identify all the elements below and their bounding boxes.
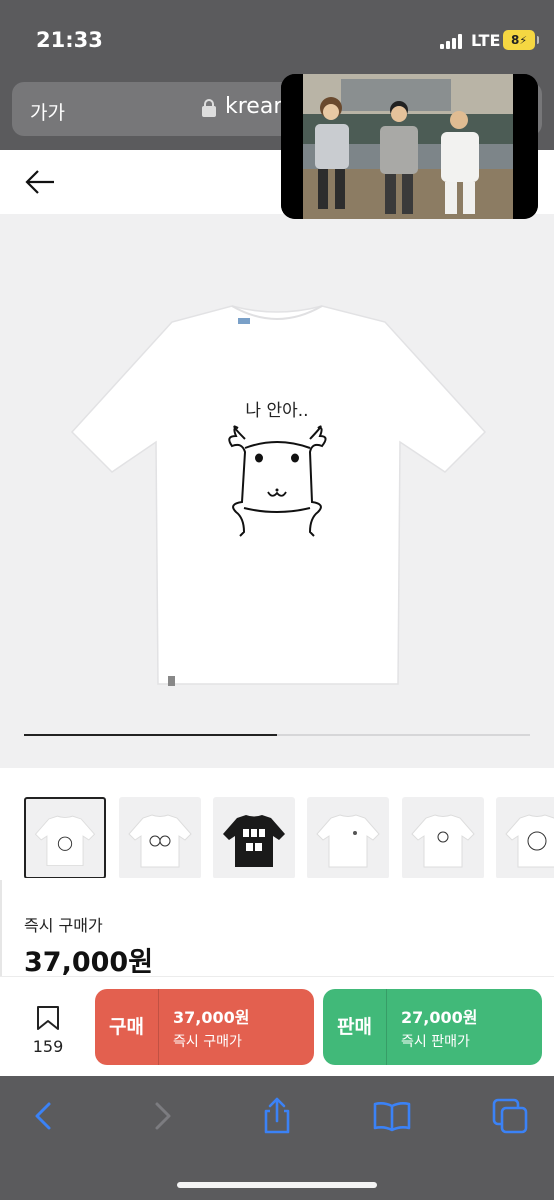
sell-button[interactable]: 판매 27,000원 즉시 판매가: [323, 989, 542, 1065]
lock-icon: [202, 99, 216, 117]
back-nav-icon[interactable]: [24, 1096, 64, 1136]
bookmark-icon: [37, 1006, 59, 1030]
charging-icon: ⚡: [519, 33, 528, 47]
image-progress-track: [24, 734, 530, 736]
thumbnail-3[interactable]: [213, 797, 295, 878]
status-bar: 21:33 LTE 8 ⚡: [0, 0, 554, 74]
tabs-icon[interactable]: [490, 1096, 530, 1136]
thumbnail-1[interactable]: [24, 797, 106, 878]
video-frame: [281, 74, 538, 219]
picture-in-picture-video[interactable]: [281, 74, 538, 219]
url-text[interactable]: krear: [225, 94, 282, 119]
shirt-print-text: 나 안아..: [245, 401, 308, 421]
divider: [0, 880, 2, 976]
price-label: 즉시 구매가: [24, 916, 103, 935]
forward-nav-icon[interactable]: [142, 1096, 182, 1136]
battery-level: 8: [510, 33, 520, 47]
battery-icon: 8 ⚡: [503, 30, 539, 50]
text-size-button[interactable]: 가가: [30, 98, 65, 125]
image-progress-fill: [24, 734, 277, 736]
wish-count: 159: [32, 1037, 64, 1056]
thumbnail-strip: [0, 768, 554, 878]
action-bar: 159 구매 37,000원 즉시 구매가 판매 27,000원 즉시 판매가: [0, 976, 554, 1076]
product-image-carousel[interactable]: 나 안아..: [0, 214, 554, 768]
thumbnail-6[interactable]: [496, 797, 554, 878]
thumbnail-2[interactable]: [119, 797, 201, 878]
signal-icon: [440, 33, 462, 49]
price-value: 37,000원: [24, 947, 154, 978]
home-indicator: [177, 1182, 377, 1188]
sell-desc: 즉시 판매가: [401, 1033, 470, 1050]
buy-price: 37,000원: [173, 1007, 250, 1027]
network-label: LTE: [471, 31, 501, 50]
status-time: 21:33: [36, 28, 103, 52]
bookmarks-icon[interactable]: [372, 1096, 412, 1136]
sell-price: 27,000원: [401, 1007, 478, 1027]
share-icon[interactable]: [257, 1096, 297, 1136]
thumbnail-5[interactable]: [402, 797, 484, 878]
sell-label: 판매: [323, 989, 387, 1065]
back-arrow-icon[interactable]: [24, 166, 56, 198]
buy-desc: 즉시 구매가: [173, 1033, 242, 1050]
product-image: 나 안아..: [70, 305, 487, 686]
buy-button[interactable]: 구매 37,000원 즉시 구매가: [95, 989, 314, 1065]
buy-label: 구매: [95, 989, 159, 1065]
thumbnail-4[interactable]: [307, 797, 389, 878]
wishlist-button[interactable]: 159: [26, 1005, 70, 1061]
